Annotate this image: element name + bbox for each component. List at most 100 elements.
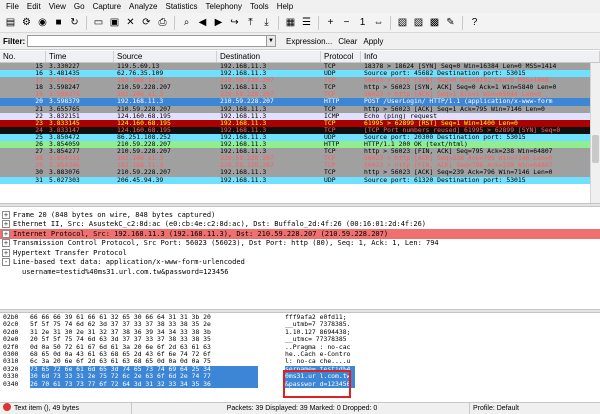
column-header-protocol[interactable]: Protocol — [321, 51, 361, 62]
expand-icon[interactable]: + — [2, 248, 10, 257]
packet-row[interactable]: 29 3.854346 192.168.11.3 210.59.228.207 TCP 5… — [0, 162, 600, 170]
menu-analyze[interactable]: Analyze — [125, 0, 161, 13]
coloring-rules-icon[interactable]: ▩ — [427, 15, 442, 30]
packet-cell-dst: 192.168.11.3 — [220, 84, 267, 92]
detail-tree-item[interactable]: + Hypertext Transfer Protocol — [0, 248, 600, 258]
column-header-no[interactable]: No. — [0, 51, 46, 62]
interface-list-icon[interactable]: ▤ — [3, 15, 18, 30]
packet-row[interactable]: 20 3.598379 192.168.11.3 210.59.228.207 HTTP… — [0, 98, 600, 106]
open-file-icon[interactable]: ▭ — [91, 15, 106, 30]
packet-row[interactable]: 21 3.655765 210.59.228.207 192.168.11.3 TCP h… — [0, 105, 600, 113]
packet-row[interactable]: 30 3.883076 210.59.228.207 192.168.11.3 TCP h… — [0, 169, 600, 177]
packet-row[interactable]: 25 3.850472 86.251.108.252 192.168.11.3 UDP S… — [0, 133, 600, 142]
column-header-info[interactable]: Info — [361, 51, 600, 62]
detail-tree-item[interactable]: + Transmission Control Protocol, Src Port… — [0, 238, 600, 248]
packet-row[interactable]: 24 3.833147 124.160.68.195 192.168.11.3 TCP [… — [0, 126, 600, 134]
packet-row[interactable]: 31 5.027303 206.45.94.39 192.168.11.3 UDP Sou… — [0, 176, 600, 184]
menu-tools[interactable]: Tools — [246, 0, 273, 13]
hex-bytes[interactable]: 26 70 61 73 73 77 6f 72 64 3d 31 32 33 3… — [30, 380, 258, 388]
menu-help[interactable]: Help — [273, 0, 297, 13]
detail-tree-item[interactable]: + Internet Protocol, Src: 192.168.11.3 (1… — [0, 229, 600, 239]
expand-icon[interactable]: + — [2, 220, 10, 229]
menu-view[interactable]: View — [45, 0, 70, 13]
find-packet-icon[interactable]: ⌕ — [179, 15, 194, 30]
packet-row[interactable]: 22 3.832151 124.160.68.195 192.168.11.3 ICMP… — [0, 112, 600, 120]
go-forward-icon[interactable]: ▶ — [211, 15, 226, 30]
display-filter-input[interactable] — [27, 35, 267, 47]
menu-telephony[interactable]: Telephony — [202, 0, 246, 13]
normal-size-icon[interactable]: 1 — [355, 15, 370, 30]
menu-go[interactable]: Go — [70, 0, 89, 13]
detail-tree-item[interactable]: + Ethernet II, Src: AsustekC_c2:8d:ac (e0… — [0, 219, 600, 229]
filter-label[interactable]: Filter: — [3, 37, 27, 46]
display-filters-icon[interactable]: ▨ — [411, 15, 426, 30]
go-first-icon[interactable]: ⤒ — [243, 15, 258, 30]
preferences-icon[interactable]: ✎ — [443, 15, 458, 30]
capture-options-icon[interactable]: ⚙ — [19, 15, 34, 30]
packet-cell-dst: 192.168.11.3 — [220, 169, 267, 177]
clear-filter-button[interactable]: Clear — [338, 37, 357, 46]
packet-cell-time: 3.850472 — [49, 133, 80, 141]
capture-filters-icon[interactable]: ▧ — [395, 15, 410, 30]
go-back-icon[interactable]: ◀ — [195, 15, 210, 30]
packet-cell-src: 62.76.35.109 — [117, 70, 164, 78]
toolbar-separator — [278, 15, 279, 30]
packet-list-scrollbar[interactable] — [590, 63, 600, 203]
packet-cell-proto: UDP — [324, 133, 336, 141]
go-to-packet-icon[interactable]: ↪ — [227, 15, 242, 30]
detail-tree-item[interactable]: + Frame 20 (848 bytes on wire, 848 bytes … — [0, 210, 600, 220]
expert-info-icon[interactable] — [3, 402, 11, 411]
packet-row[interactable]: 27 3.854277 210.59.228.207 192.168.11.3 TCP h… — [0, 148, 600, 156]
packet-row[interactable]: 26 3.854059 210.59.228.207 192.168.11.3 HTTP… — [0, 141, 600, 149]
collapse-icon[interactable]: - — [2, 258, 10, 267]
apply-filter-button[interactable]: Apply — [363, 37, 383, 46]
stop-capture-icon[interactable]: ■ — [51, 15, 66, 30]
packet-row[interactable]: 23 3.833145 124.160.68.195 192.168.11.3 TCP 6… — [0, 119, 600, 127]
packet-row[interactable]: 18 3.598247 210.59.228.207 192.168.11.3 TCP h… — [0, 84, 600, 92]
packet-cell-info: http > 56023 [FIN, ACK] Seq=795 Ack=238 … — [364, 148, 553, 156]
expand-icon[interactable]: + — [2, 229, 10, 238]
expand-icon[interactable]: + — [2, 239, 10, 248]
filter-toolbar: Filter: ▼ Expression... Clear Apply — [0, 33, 600, 50]
scrollbar-thumb[interactable] — [592, 135, 599, 163]
packet-row[interactable]: 15 3.330227 119.5.69.13 192.168.11.3 TCP 1837… — [0, 63, 600, 71]
packet-cell-src: 192.168.11.3 — [117, 91, 164, 99]
reload-icon[interactable]: ⟳ — [139, 15, 154, 30]
go-last-icon[interactable]: ⤓ — [259, 15, 274, 30]
packet-cell-time: 3.330227 — [49, 63, 80, 70]
colorize-icon[interactable]: ▦ — [283, 15, 298, 30]
zoom-out-icon[interactable]: − — [339, 15, 354, 30]
detail-tree-item[interactable]: - Line-based text data: application/x-www… — [0, 257, 600, 267]
resize-columns-icon[interactable]: ⇔ — [371, 15, 386, 30]
save-file-icon[interactable]: ▣ — [107, 15, 122, 30]
close-file-icon[interactable]: ✕ — [123, 15, 138, 30]
column-header-destination[interactable]: Destination — [217, 51, 321, 62]
menu-file[interactable]: File — [2, 0, 23, 13]
packet-cell-no: 16 — [35, 70, 43, 78]
filter-dropdown-button[interactable]: ▼ — [267, 35, 276, 47]
packet-cell-proto: TCP — [324, 169, 336, 177]
packet-row[interactable]: 17 3.570027 192.168.11.3 210.59.228.207 TCP 5… — [0, 77, 600, 85]
expression-button[interactable]: Expression... — [286, 37, 332, 46]
packet-row[interactable]: 19 3.598275 192.168.11.3 210.59.228.207 TCP 5… — [0, 91, 600, 99]
print-icon[interactable]: ⎙ — [155, 15, 170, 30]
restart-capture-icon[interactable]: ↻ — [67, 15, 82, 30]
column-header-time[interactable]: Time — [46, 51, 114, 62]
expand-icon[interactable]: + — [2, 210, 10, 219]
menu-edit[interactable]: Edit — [23, 0, 45, 13]
help-icon[interactable]: ? — [467, 15, 482, 30]
detail-field[interactable]: username=testid%40ms31.url.com.tw&passwo… — [0, 267, 600, 277]
menu-statistics[interactable]: Statistics — [162, 0, 202, 13]
menu-capture[interactable]: Capture — [89, 0, 125, 13]
status-profile[interactable]: Profile: Default — [470, 403, 600, 414]
packet-row[interactable]: 28 3.854331 192.168.11.3 210.59.228.207 TCP 5… — [0, 155, 600, 163]
zoom-in-icon[interactable]: + — [323, 15, 338, 30]
packet-row[interactable]: 16 3.481435 62.76.35.109 192.168.11.3 UDP Sou… — [0, 70, 600, 78]
column-header-source[interactable]: Source — [114, 51, 217, 62]
packet-cell-src: 124.160.68.195 — [117, 112, 171, 120]
auto-scroll-icon[interactable]: ☰ — [299, 15, 314, 30]
menu-bar: File Edit View Go Capture Analyze Statistics Te… — [0, 0, 600, 13]
packet-cell-src: 206.45.94.39 — [117, 176, 164, 184]
packet-cell-time: 5.027303 — [49, 176, 80, 184]
start-capture-icon[interactable]: ◉ — [35, 15, 50, 30]
